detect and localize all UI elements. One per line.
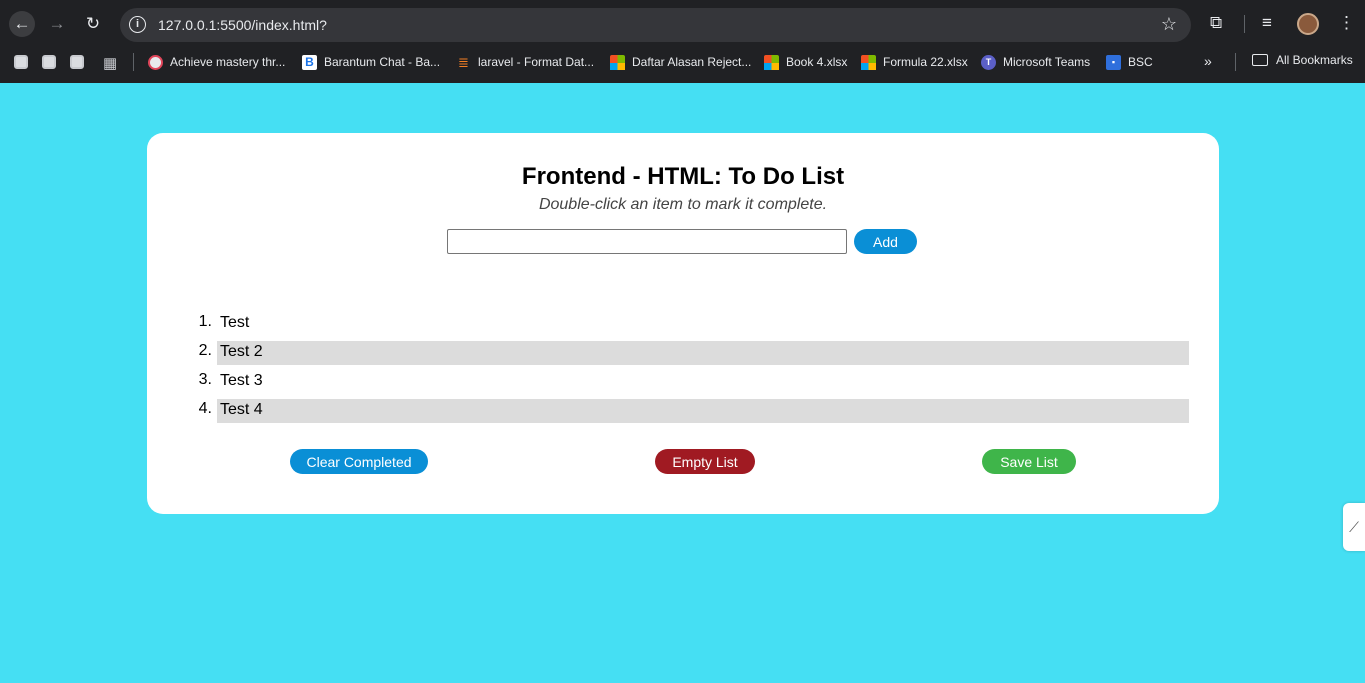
reload-icon[interactable]: ↻ <box>80 11 106 37</box>
stackoverflow-logo-icon: ≣ <box>458 54 469 70</box>
back-arrow-icon[interactable]: ← <box>9 11 35 37</box>
window-square-icon[interactable] <box>42 55 56 69</box>
item-number: 1. <box>198 313 212 330</box>
bookmark-item[interactable]: Book 4.xlsx <box>764 53 847 71</box>
todo-card: Frontend - HTML: To Do List Double-click… <box>147 133 1219 514</box>
bookmark-label: Microsoft Teams <box>1003 55 1091 69</box>
bookmark-item[interactable]: B Barantum Chat - Ba... <box>302 53 440 71</box>
bookmark-label: Barantum Chat - Ba... <box>324 55 441 69</box>
bookmark-label: BSC <box>1128 55 1153 69</box>
todo-item[interactable]: 3. Test 3 <box>199 366 1189 395</box>
folder-icon <box>1252 54 1268 66</box>
save-list-button[interactable]: Save List <box>982 449 1076 474</box>
bookmark-item[interactable]: Daftar Alasan Reject... <box>610 53 751 71</box>
item-text[interactable]: Test 2 <box>217 341 1189 365</box>
address-bar[interactable]: i 127.0.0.1:5500/index.html? ☆ <box>120 8 1191 42</box>
bookmark-item[interactable]: ▪ BSC <box>1106 53 1153 71</box>
clear-completed-button[interactable]: Clear Completed <box>290 449 428 474</box>
bookmark-item[interactable]: Formula 22.xlsx <box>861 53 968 71</box>
item-number: 3. <box>198 371 212 388</box>
teams-logo-icon: T <box>981 54 996 70</box>
todo-item[interactable]: 4. Test 4 <box>199 395 1189 424</box>
profile-avatar[interactable] <box>1297 13 1319 35</box>
apps-grid-icon[interactable]: ▦ <box>103 54 117 72</box>
site-info-icon[interactable]: i <box>129 16 146 33</box>
page-subtitle: Double-click an item to mark it complete… <box>538 196 828 213</box>
microsoft-logo-icon <box>764 54 779 70</box>
barantum-logo-icon: B <box>302 54 317 70</box>
bsc-logo-icon: ▪ <box>1106 54 1121 70</box>
bookmarks-divider <box>133 53 134 71</box>
bookmark-label: Achieve mastery thr... <box>170 55 286 69</box>
reading-list-icon[interactable]: ≡ <box>1262 13 1272 33</box>
bookmark-item[interactable]: Achieve mastery thr... <box>148 53 285 71</box>
item-number: 4. <box>198 400 212 417</box>
bookmark-label: laravel - Format Dat... <box>478 55 595 69</box>
extensions-icon[interactable]: ⧉ <box>1210 13 1222 33</box>
forward-arrow-icon[interactable]: → <box>44 11 70 37</box>
all-bookmarks-label: All Bookmarks <box>1276 53 1353 67</box>
address-url[interactable]: 127.0.0.1:5500/index.html? <box>158 17 327 33</box>
bookmark-item[interactable]: T Microsoft Teams <box>981 53 1090 71</box>
empty-list-button[interactable]: Empty List <box>655 449 755 474</box>
new-item-input[interactable] <box>447 229 847 254</box>
bookmarks-bar: ▦ Achieve mastery thr... B Barantum Chat… <box>0 48 1365 76</box>
hexagon-logo-icon <box>148 54 163 70</box>
toolbar-divider <box>1244 15 1245 33</box>
item-text[interactable]: Test 4 <box>217 399 1189 423</box>
all-bookmarks-folder[interactable]: All Bookmarks <box>1252 53 1353 67</box>
todo-item[interactable]: 1. Test <box>199 308 1189 337</box>
bookmark-label: Daftar Alasan Reject... <box>632 55 752 69</box>
window-square-icon[interactable] <box>14 55 28 69</box>
window-square-icon[interactable] <box>70 55 84 69</box>
bookmarks-divider <box>1235 53 1236 71</box>
microsoft-logo-icon <box>861 54 876 70</box>
item-text[interactable]: Test 3 <box>217 370 1189 394</box>
bookmark-star-icon[interactable]: ☆ <box>1161 14 1177 35</box>
item-text[interactable]: Test <box>217 312 1189 336</box>
bookmark-label: Formula 22.xlsx <box>883 55 968 69</box>
add-button[interactable]: Add <box>854 229 917 254</box>
browser-toolbar: ← → ↻ i 127.0.0.1:5500/index.html? ☆ ⧉ ≡… <box>0 0 1365 48</box>
side-panel-tab-icon[interactable]: ⟋ <box>1343 503 1365 551</box>
item-number: 2. <box>198 342 212 359</box>
bookmark-item[interactable]: ≣ laravel - Format Dat... <box>456 53 594 71</box>
bookmark-label: Book 4.xlsx <box>786 55 848 69</box>
menu-kebab-icon[interactable]: ⋮ <box>1338 13 1355 33</box>
todo-list: 1. Test 2. Test 2 3. Test 3 4. Test 4 <box>199 308 1189 424</box>
browser-chrome: ← → ↻ i 127.0.0.1:5500/index.html? ☆ ⧉ ≡… <box>0 0 1365 83</box>
more-bookmarks-chevron-icon[interactable]: » <box>1204 53 1212 69</box>
microsoft-logo-icon <box>610 54 625 70</box>
todo-item[interactable]: 2. Test 2 <box>199 337 1189 366</box>
page-title: Frontend - HTML: To Do List <box>521 163 845 190</box>
